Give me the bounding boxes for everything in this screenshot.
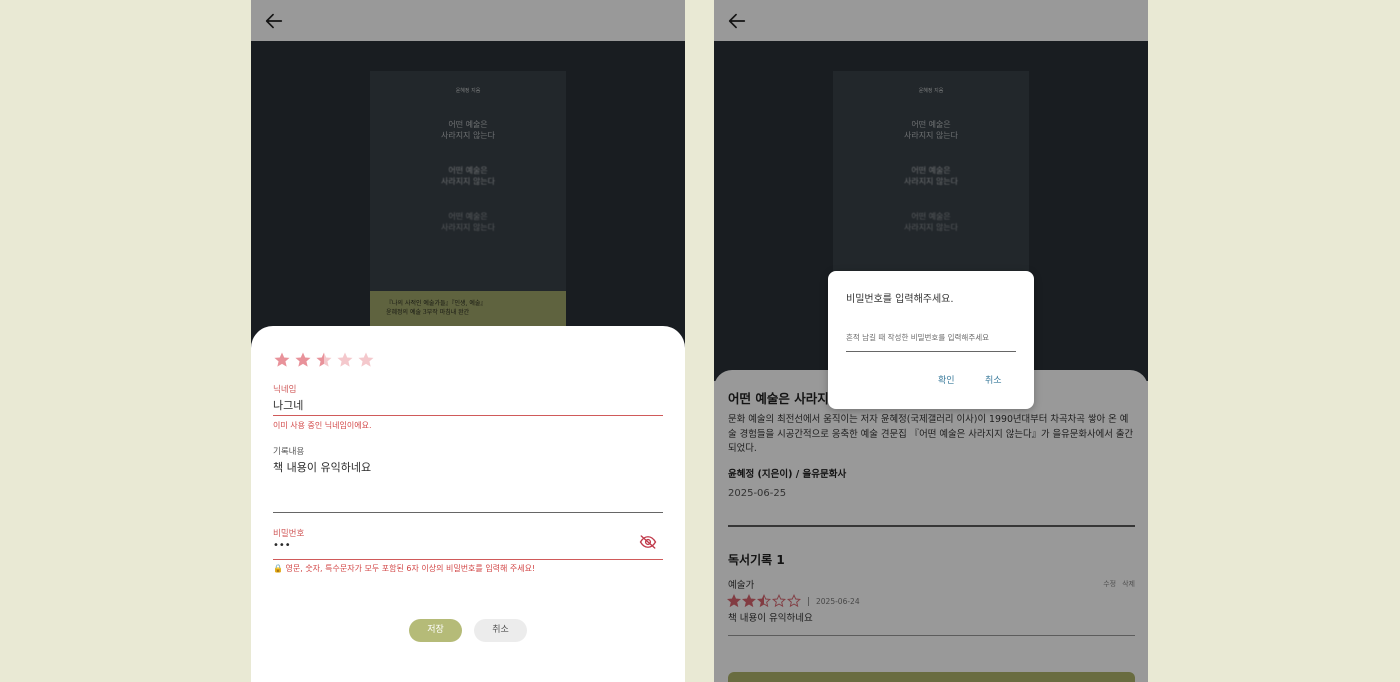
save-button[interactable]: 저장 (409, 619, 462, 642)
book-author-publisher: 윤혜정 (지은이) / 을유문화사 (728, 469, 847, 480)
write-record-screen: 윤혜정 지음 어떤 예술은 사라지지 않는다 어떤 예술은 사라지지 않는다 어떤 … (251, 0, 685, 682)
lock-icon: 🔒 (273, 564, 283, 573)
top-app-bar (714, 0, 1148, 41)
records-title: 독서기록 1 (728, 553, 785, 567)
content-label: 기록내용 (273, 447, 305, 457)
arrow-left-icon[interactable] (263, 10, 285, 32)
cancel-button[interactable]: 취소 (474, 619, 527, 642)
section-divider (728, 525, 1135, 527)
cover-title: 어떤 예술은 사라지지 않는다 (440, 120, 496, 140)
edit-record-button[interactable]: 수정 (1103, 579, 1116, 589)
dialog-cancel-button[interactable]: 취소 (985, 373, 1002, 386)
arrow-left-icon[interactable] (726, 10, 748, 32)
cover-title-echo: 어떤 예술은 사라지지 않는다 (903, 212, 959, 232)
password-dialog: 비밀번호를 입력해주세요. 확인 취소 (828, 271, 1034, 409)
star-icon (274, 352, 290, 367)
record-actions: 수정 삭제 (1103, 579, 1135, 589)
book-info-panel: 어떤 예술은 사라지지 않는다 문화 예술의 최전선에서 움직이는 저자 윤혜정… (714, 370, 1148, 682)
rating-input[interactable] (273, 351, 375, 369)
cover-author: 윤혜정 지음 (918, 88, 944, 94)
cover-title-echo: 어떤 예술은 사라지지 않는다 (440, 166, 496, 186)
record-text: 책 내용이 유익하네요 (728, 613, 813, 624)
book-detail-screen: 윤혜정 지음 어떤 예술은 사라지지 않는다 어떤 예술은 사라지지 않는다 어떤 … (714, 0, 1148, 682)
nickname-label: 닉네임 (273, 385, 297, 395)
record-divider (728, 635, 1135, 636)
password-underline (273, 559, 663, 561)
dialog-title: 비밀번호를 입력해주세요. (846, 294, 954, 305)
eye-off-icon[interactable] (639, 534, 657, 550)
star-icon (295, 352, 311, 367)
confirm-button[interactable]: 확인 (938, 373, 955, 386)
content-underline (273, 512, 663, 514)
cover-title-echo: 어떤 예술은 사라지지 않는다 (440, 212, 496, 232)
password-hint: 🔒 영문, 숫자, 특수문자가 모두 포함된 6자 이상의 비밀번호를 입력해 … (273, 564, 536, 573)
star-icon (787, 594, 801, 608)
star-icon (316, 352, 332, 367)
star-icon (727, 594, 741, 608)
separator (808, 596, 809, 606)
record-author: 예술가 (728, 580, 755, 591)
star-icon (742, 594, 756, 608)
record-date: 2025-06-24 (816, 596, 860, 606)
cover-title-echo: 어떤 예술은 사라지지 않는다 (903, 166, 959, 186)
content-textarea[interactable]: 책 내용이 유익하네요 (273, 459, 371, 475)
cover-author: 윤혜정 지음 (455, 88, 481, 94)
book-date: 2025-06-25 (728, 488, 787, 499)
top-app-bar (251, 0, 685, 41)
cover-band-text: 윤혜정의 예술 3부작 마침내 완간 (386, 309, 470, 316)
record-rating: 2025-06-24 (727, 594, 860, 608)
nickname-input[interactable]: 나그네 (273, 397, 303, 413)
nickname-error: 이미 사용 중인 닉네임이에요. (273, 421, 372, 430)
star-icon (337, 352, 353, 367)
star-icon (772, 594, 786, 608)
delete-record-button[interactable]: 삭제 (1122, 579, 1135, 589)
dialog-password-input[interactable] (846, 323, 1016, 352)
record-form-sheet: 닉네임 나그네 이미 사용 중인 닉네임이에요. 기록내용 책 내용이 유익하네… (251, 326, 685, 682)
write-record-button[interactable] (728, 672, 1135, 682)
book-description: 문화 예술의 최전선에서 움직이는 저자 윤혜정(국제갤러리 이사)이 1990… (728, 414, 1134, 454)
password-label: 비밀번호 (273, 529, 305, 539)
cover-band-text: 『나의 사적인 예술가들』『인생, 예술』 (386, 300, 487, 307)
nickname-underline (273, 415, 663, 417)
cover-title: 어떤 예술은 사라지지 않는다 (903, 120, 959, 140)
password-input[interactable]: ••• (273, 540, 291, 551)
star-icon (358, 352, 374, 367)
star-icon (757, 594, 771, 608)
